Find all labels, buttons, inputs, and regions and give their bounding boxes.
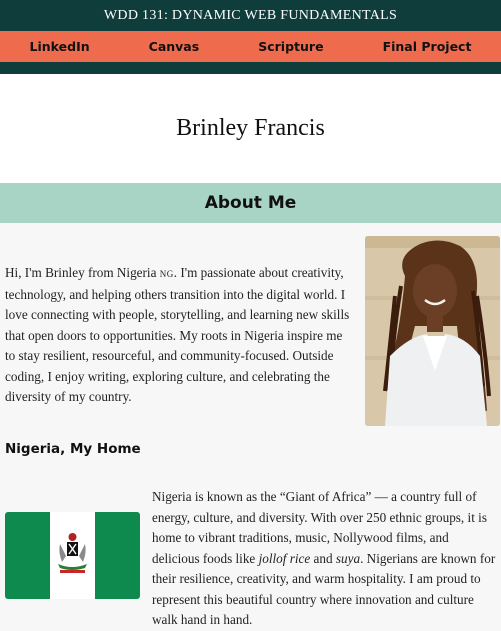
nigeria-flag-emoji: NG — [159, 269, 174, 279]
about-section: Hi, I'm Brinley from Nigeria NG. I'm pas… — [0, 236, 501, 426]
home-text-part-2: and — [310, 550, 336, 566]
food-jollof: jollof rice — [258, 550, 311, 566]
food-suya: suya — [335, 550, 361, 566]
flag-green-band-left — [5, 512, 50, 599]
nigeria-flag-image — [5, 512, 140, 599]
portrait-image — [365, 236, 500, 426]
about-text-intro: Hi, I'm Brinley from Nigeria — [5, 265, 160, 280]
flag-white-band — [50, 512, 95, 599]
about-text-body: . I'm passionate about creativity, techn… — [5, 265, 350, 404]
profile-photo — [365, 236, 500, 426]
coat-of-arms-icon — [58, 533, 87, 573]
nav-link-scripture[interactable]: Scripture — [252, 39, 329, 54]
course-header: WDD 131: DYNAMIC WEB FUNDAMENTALS — [0, 0, 501, 31]
nav-link-final-project[interactable]: Final Project — [377, 39, 478, 54]
nav-link-canvas[interactable]: Canvas — [143, 39, 206, 54]
home-text: Nigeria is known as the “Giant of Africa… — [152, 487, 497, 631]
about-heading: About Me — [204, 193, 297, 213]
course-title: WDD 131: DYNAMIC WEB FUNDAMENTALS — [103, 7, 398, 23]
home-heading: Nigeria, My Home — [5, 441, 141, 457]
about-heading-bar: About Me — [0, 183, 501, 223]
page-title: Brinley Francis — [176, 115, 325, 141]
about-text: Hi, I'm Brinley from Nigeria NG. I'm pas… — [5, 263, 355, 408]
flag-green-band-right — [95, 512, 140, 599]
hero: Brinley Francis — [0, 74, 501, 183]
nav-bottom-border — [0, 62, 501, 74]
main-nav: LinkedIn Canvas Scripture Final Project — [0, 31, 501, 62]
nav-link-linkedin[interactable]: LinkedIn — [24, 39, 96, 54]
